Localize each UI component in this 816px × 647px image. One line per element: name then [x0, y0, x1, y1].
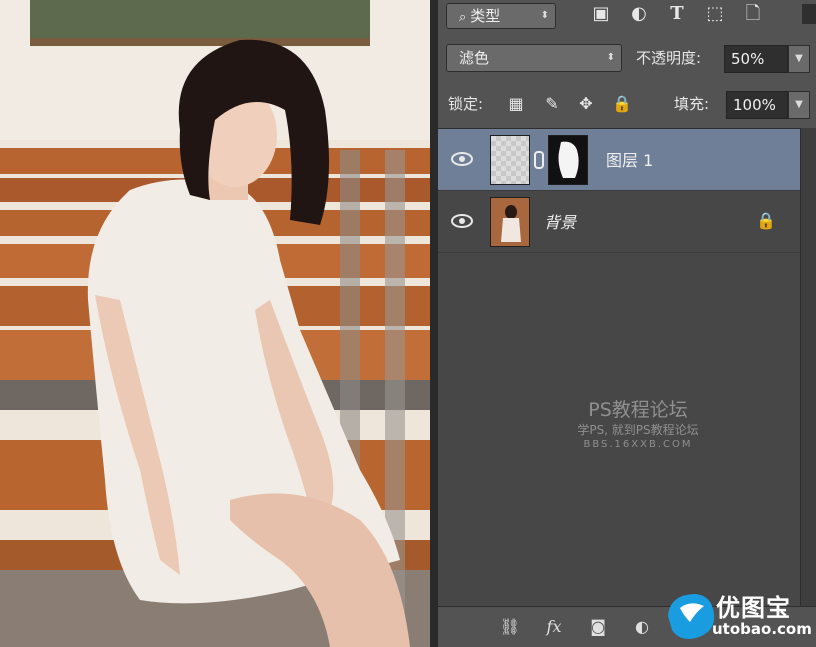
watermark-url: BBS.16XXB.COM [583, 439, 693, 450]
fx-icon[interactable]: fx [542, 617, 566, 637]
lock-label: 锁定: [448, 95, 484, 113]
link-layers-icon[interactable]: ⛓ [498, 617, 522, 637]
watermark-subtitle: 学PS, 就到PS教程论坛 [577, 423, 699, 437]
document-canvas [0, 0, 430, 647]
fill-dropdown[interactable]: ▼ [788, 91, 810, 119]
filter-kind-select[interactable]: ⌕ 类型 ⬍ [446, 3, 556, 29]
chain-link-icon[interactable] [534, 151, 544, 169]
shape-filter-icon[interactable]: ⬚ [705, 4, 725, 24]
layer-row-layer1[interactable]: 图层 1 [438, 129, 800, 191]
eye-icon[interactable] [450, 149, 474, 169]
filter-row: ⌕ 类型 ⬍ ▣ ◐ T ⬚ 🗋 [438, 0, 816, 30]
smart-object-filter-icon[interactable]: 🗋 [743, 4, 763, 24]
filter-toggle[interactable] [802, 4, 816, 24]
bird-logo-icon [668, 594, 715, 639]
blend-mode-select[interactable]: 滤色 ⬍ [446, 44, 622, 72]
watermark: PS教程论坛 学PS, 就到PS教程论坛 BBS.16XXB.COM [558, 398, 718, 452]
layer-lock-icon: 🔒 [756, 211, 776, 230]
logo-url: utobao.com [712, 620, 812, 638]
fill-label: 填充: [674, 95, 710, 113]
lock-all-icon[interactable]: 🔒 [612, 94, 632, 114]
filter-kind-label: 类型 [470, 7, 501, 25]
layers-scrollbar[interactable] [800, 128, 816, 606]
opacity-dropdown[interactable]: ▼ [788, 45, 810, 73]
lock-transparent-icon[interactable]: ▦ [506, 94, 526, 114]
fill-input[interactable]: 100% [726, 91, 788, 119]
layers-panel: ⌕ 类型 ⬍ ▣ ◐ T ⬚ 🗋 滤色 ⬍ 不透明度: 50% ▼ 锁定: ▦ ✎… [438, 0, 816, 647]
image-filter-icon[interactable]: ▣ [591, 4, 611, 24]
layer-row-background[interactable]: 背景 🔒 [438, 191, 800, 253]
chevron-down-icon: ▼ [795, 99, 803, 110]
canvas-photo [0, 0, 430, 647]
layers-list: 图层 1 背景 🔒 [438, 128, 800, 606]
search-icon: ⌕ [459, 10, 467, 25]
chevron-updown-icon: ⬍ [540, 10, 549, 21]
opacity-label: 不透明度: [636, 49, 702, 67]
chevron-down-icon: ▼ [795, 53, 803, 64]
chevron-updown-icon: ⬍ [606, 52, 615, 63]
type-filter-icon[interactable]: T [667, 4, 687, 24]
eye-icon[interactable] [450, 211, 474, 231]
adjustment-filter-icon[interactable]: ◐ [629, 4, 649, 24]
layer-mask-thumbnail[interactable] [548, 135, 588, 185]
background-thumbnail[interactable] [490, 197, 530, 247]
watermark-title: PS教程论坛 [588, 399, 688, 421]
add-mask-icon[interactable]: ◙ [586, 617, 610, 637]
adjustment-layer-icon[interactable]: ◐ [630, 617, 654, 637]
logo-name: 优图宝 [716, 594, 791, 622]
lock-image-icon[interactable]: ✎ [542, 94, 562, 114]
layer-thumbnail[interactable] [490, 135, 530, 185]
layer-name[interactable]: 图层 1 [606, 151, 653, 171]
layer-name[interactable]: 背景 [544, 213, 576, 233]
panel-divider [430, 0, 438, 647]
mask-shape [558, 141, 579, 178]
site-logo: 优图宝 utobao.com [660, 586, 816, 647]
opacity-input[interactable]: 50% [724, 45, 788, 73]
lock-position-icon[interactable]: ✥ [576, 94, 596, 114]
background-thumb-image [491, 198, 529, 246]
blend-mode-value: 滤色 [459, 49, 490, 67]
